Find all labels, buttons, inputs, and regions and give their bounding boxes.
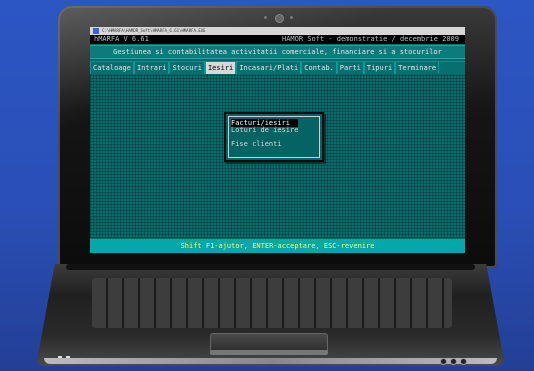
- menu-incasari-plati[interactable]: Incasari/Plati: [236, 62, 302, 74]
- app-header: hMARFA V 6.61 HAMOR Soft - demonstratie …: [90, 35, 465, 44]
- keyboard: [92, 278, 452, 328]
- menu-parti[interactable]: Parti: [336, 62, 364, 74]
- front-edge: [44, 358, 497, 364]
- menu-cataloage[interactable]: Cataloage: [90, 62, 134, 74]
- work-area: Facturi/iesiri Loturi de iesire Fise cli…: [90, 74, 465, 238]
- indicator-light: [263, 16, 267, 19]
- window-titlebar: C:\HMARFA\HAMOR_Soft\HMARFA_6.61\HMARFA.…: [90, 27, 465, 35]
- iesiri-dropdown: Facturi/iesiri Loturi de iesire Fise cli…: [224, 112, 324, 162]
- menu-tipuri[interactable]: Tipuri: [363, 62, 396, 74]
- status-bar: Shift F1-ajutor, ENTER-acceptare, ESC-re…: [90, 239, 465, 253]
- audio-port-icon: [440, 358, 447, 365]
- main-menu: Cataloage Intrari Stocuri Iesiri Incasar…: [90, 61, 465, 75]
- dropdown-item-fise-clienti[interactable]: Fise clienti: [231, 140, 282, 148]
- indicator-light: [289, 16, 293, 19]
- laptop: C:\HMARFA\HAMOR_Soft\HMARFA_6.61\HMARFA.…: [36, 6, 505, 366]
- menu-iesiri[interactable]: Iesiri: [204, 62, 237, 74]
- menu-terminare[interactable]: Terminare: [395, 62, 440, 74]
- app-version: hMARFA V 6.61: [94, 35, 149, 43]
- app-icon: [93, 28, 99, 34]
- audio-port-icon: [460, 358, 467, 365]
- menu-contab[interactable]: Contab.: [301, 62, 337, 74]
- window-title: C:\HMARFA\HAMOR_Soft\HMARFA_6.61\HMARFA.…: [102, 28, 206, 33]
- company-info: HAMOR Soft - demonstratie / decembrie 20…: [281, 35, 459, 43]
- status-led: [66, 356, 70, 358]
- app-subtitle: Gestiunea si contabilitatea activitatii …: [90, 45, 465, 59]
- webcam: [274, 14, 284, 23]
- dropdown-item-loturi-de-iesire[interactable]: Loturi de iesire: [231, 126, 298, 134]
- hinge: [66, 264, 475, 270]
- audio-port-icon: [450, 358, 457, 365]
- menu-stocuri[interactable]: Stocuri: [169, 62, 205, 74]
- touchpad-button: [210, 350, 328, 355]
- menu-intrari[interactable]: Intrari: [133, 62, 170, 74]
- status-led: [58, 356, 62, 358]
- laptop-lid: C:\HMARFA\HAMOR_Soft\HMARFA_6.61\HMARFA.…: [58, 6, 497, 268]
- screen: C:\HMARFA\HAMOR_Soft\HMARFA_6.61\HMARFA.…: [90, 27, 465, 253]
